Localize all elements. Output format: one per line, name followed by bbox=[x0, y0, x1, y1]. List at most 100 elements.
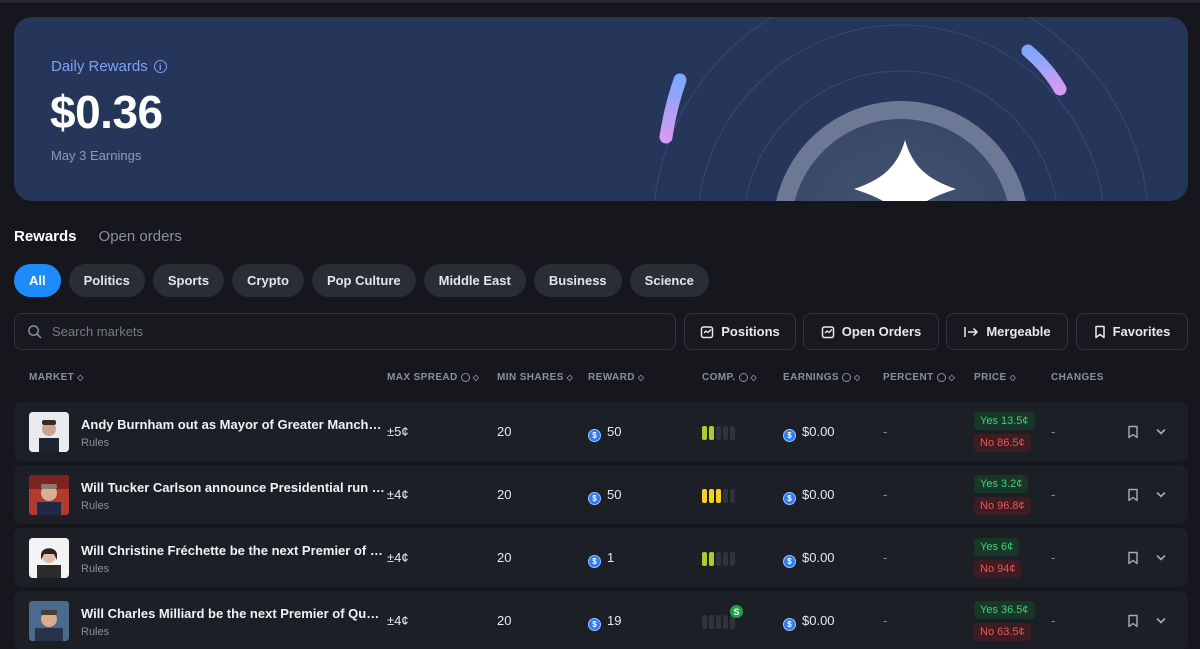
competition-badge: S bbox=[730, 605, 743, 618]
min-shares-value: 20 bbox=[497, 487, 512, 502]
competition-meter bbox=[702, 552, 735, 566]
market-title[interactable]: Will Charles Milliard be the next Premie… bbox=[81, 606, 386, 621]
chip-science[interactable]: Science bbox=[629, 264, 709, 297]
column-reward[interactable]: REWARD ◇ bbox=[588, 372, 644, 383]
orders-icon bbox=[821, 325, 835, 338]
sort-icon: ◇ bbox=[566, 373, 574, 382]
changes-value: - bbox=[1051, 424, 1056, 439]
column-earnings[interactable]: EARNINGS ◇ bbox=[783, 372, 861, 383]
sort-icon: ◇ bbox=[948, 373, 956, 382]
usdc-coin-icon: $ bbox=[783, 429, 796, 442]
daily-rewards-amount: $0.36 bbox=[50, 86, 163, 138]
no-price-button[interactable]: No 94¢ bbox=[974, 560, 1022, 578]
rules-link[interactable]: Rules bbox=[81, 500, 109, 512]
table-row[interactable]: Will Charles Milliard be the next Premie… bbox=[14, 591, 1188, 649]
yes-price-button[interactable]: Yes 6¢ bbox=[974, 538, 1020, 556]
min-shares-value: 20 bbox=[497, 613, 512, 628]
mergeable-button[interactable]: Mergeable bbox=[946, 313, 1068, 350]
top-divider bbox=[0, 0, 1200, 3]
daily-rewards-banner: Daily Rewards i $0.36 May 3 Earnings bbox=[14, 17, 1188, 201]
reward-value: $50 bbox=[588, 424, 621, 442]
market-thumbnail bbox=[29, 601, 69, 641]
usdc-coin-icon: $ bbox=[783, 618, 796, 631]
sort-icon: ◇ bbox=[77, 373, 84, 382]
chip-pop-culture[interactable]: Pop Culture bbox=[311, 264, 416, 297]
column-max-spread[interactable]: MAX SPREAD ◇ bbox=[387, 372, 479, 383]
min-shares-value: 20 bbox=[497, 550, 512, 565]
bookmark-icon[interactable] bbox=[1127, 488, 1139, 502]
market-thumbnail bbox=[29, 412, 69, 452]
search-box bbox=[14, 313, 676, 350]
no-price-button[interactable]: No 63.5¢ bbox=[974, 623, 1031, 641]
usdc-coin-icon: $ bbox=[588, 492, 601, 505]
bookmark-icon[interactable] bbox=[1127, 614, 1139, 628]
daily-rewards-label: Daily Rewards i bbox=[51, 58, 167, 75]
column-market[interactable]: MARKET ◇ bbox=[29, 372, 84, 383]
percent-value: - bbox=[883, 613, 888, 628]
column-changes: CHANGES bbox=[1051, 372, 1104, 383]
min-shares-value: 20 bbox=[497, 424, 512, 439]
table-row[interactable]: Andy Burnham out as Mayor of Greater Man… bbox=[14, 402, 1188, 461]
usdc-coin-icon: $ bbox=[588, 555, 601, 568]
earnings-value: $ $0.00 bbox=[783, 550, 835, 568]
tab-rewards[interactable]: Rewards bbox=[14, 228, 77, 245]
max-spread-value: ±4¢ bbox=[387, 613, 409, 628]
no-price-button[interactable]: No 86.5¢ bbox=[974, 434, 1031, 452]
rules-link[interactable]: Rules bbox=[81, 626, 109, 638]
chip-business[interactable]: Business bbox=[533, 264, 622, 297]
chip-middle-east[interactable]: Middle East bbox=[423, 264, 526, 297]
column-price[interactable]: PRICE ◇ bbox=[974, 372, 1016, 383]
sort-icon: ◇ bbox=[472, 373, 480, 382]
chip-sports[interactable]: Sports bbox=[152, 264, 225, 297]
usdc-coin-icon: $ bbox=[588, 618, 601, 631]
reward-value: $50 bbox=[588, 487, 621, 505]
yes-price-button[interactable]: Yes 13.5¢ bbox=[974, 412, 1035, 430]
sort-icon: ◇ bbox=[1009, 373, 1017, 382]
percent-value: - bbox=[883, 424, 888, 439]
section-tabs: Rewards Open orders bbox=[14, 228, 182, 245]
competition-meter bbox=[702, 426, 735, 440]
market-title[interactable]: Andy Burnham out as Mayor of Greater Man… bbox=[81, 417, 386, 432]
market-thumbnail bbox=[29, 538, 69, 578]
column-comp[interactable]: COMP. ◇ bbox=[702, 372, 757, 383]
chevron-down-icon[interactable] bbox=[1155, 615, 1167, 627]
table-row[interactable]: Will Christine Fréchette be the next Pre… bbox=[14, 528, 1188, 587]
no-price-button[interactable]: No 96.8¢ bbox=[974, 497, 1031, 515]
table-header: MARKET ◇ MAX SPREAD ◇ MIN SHARES ◇ REWARD ◇ … bbox=[0, 372, 1200, 386]
market-title[interactable]: Will Christine Fréchette be the next Pre… bbox=[81, 543, 386, 558]
table-row[interactable]: Will Tucker Carlson announce Presidentia… bbox=[14, 465, 1188, 524]
rules-link[interactable]: Rules bbox=[81, 563, 109, 575]
info-icon bbox=[936, 373, 946, 382]
bookmark-icon[interactable] bbox=[1127, 425, 1139, 439]
chip-politics[interactable]: Politics bbox=[68, 264, 145, 297]
sort-icon: ◇ bbox=[853, 373, 861, 382]
column-min-shares[interactable]: MIN SHARES ◇ bbox=[497, 372, 573, 383]
positions-button[interactable]: Positions bbox=[684, 313, 796, 350]
tab-open-orders[interactable]: Open orders bbox=[99, 228, 182, 245]
sort-icon: ◇ bbox=[637, 373, 645, 382]
chevron-down-icon[interactable] bbox=[1155, 426, 1167, 438]
info-icon[interactable]: i bbox=[153, 60, 167, 73]
usdc-coin-icon: $ bbox=[783, 555, 796, 568]
chip-crypto[interactable]: Crypto bbox=[232, 264, 304, 297]
earnings-value: $ $0.00 bbox=[783, 613, 835, 631]
reward-value: $1 bbox=[588, 550, 614, 568]
positions-icon bbox=[700, 325, 714, 338]
info-icon bbox=[738, 373, 748, 382]
market-thumbnail bbox=[29, 475, 69, 515]
chevron-down-icon[interactable] bbox=[1155, 489, 1167, 501]
chevron-down-icon[interactable] bbox=[1155, 552, 1167, 564]
yes-price-button[interactable]: Yes 36.5¢ bbox=[974, 601, 1035, 619]
percent-value: - bbox=[883, 550, 888, 565]
bookmark-icon[interactable] bbox=[1127, 551, 1139, 565]
market-title[interactable]: Will Tucker Carlson announce Presidentia… bbox=[81, 480, 386, 495]
yes-price-button[interactable]: Yes 3.2¢ bbox=[974, 475, 1029, 493]
search-input[interactable] bbox=[52, 324, 652, 339]
chip-all[interactable]: All bbox=[14, 264, 61, 297]
rules-link[interactable]: Rules bbox=[81, 437, 109, 449]
reward-value: $19 bbox=[588, 613, 621, 631]
usdc-coin-icon: $ bbox=[783, 492, 796, 505]
open-orders-button[interactable]: Open Orders bbox=[803, 313, 939, 350]
favorites-button[interactable]: Favorites bbox=[1076, 313, 1188, 350]
column-percent[interactable]: PERCENT ◇ bbox=[883, 372, 955, 383]
